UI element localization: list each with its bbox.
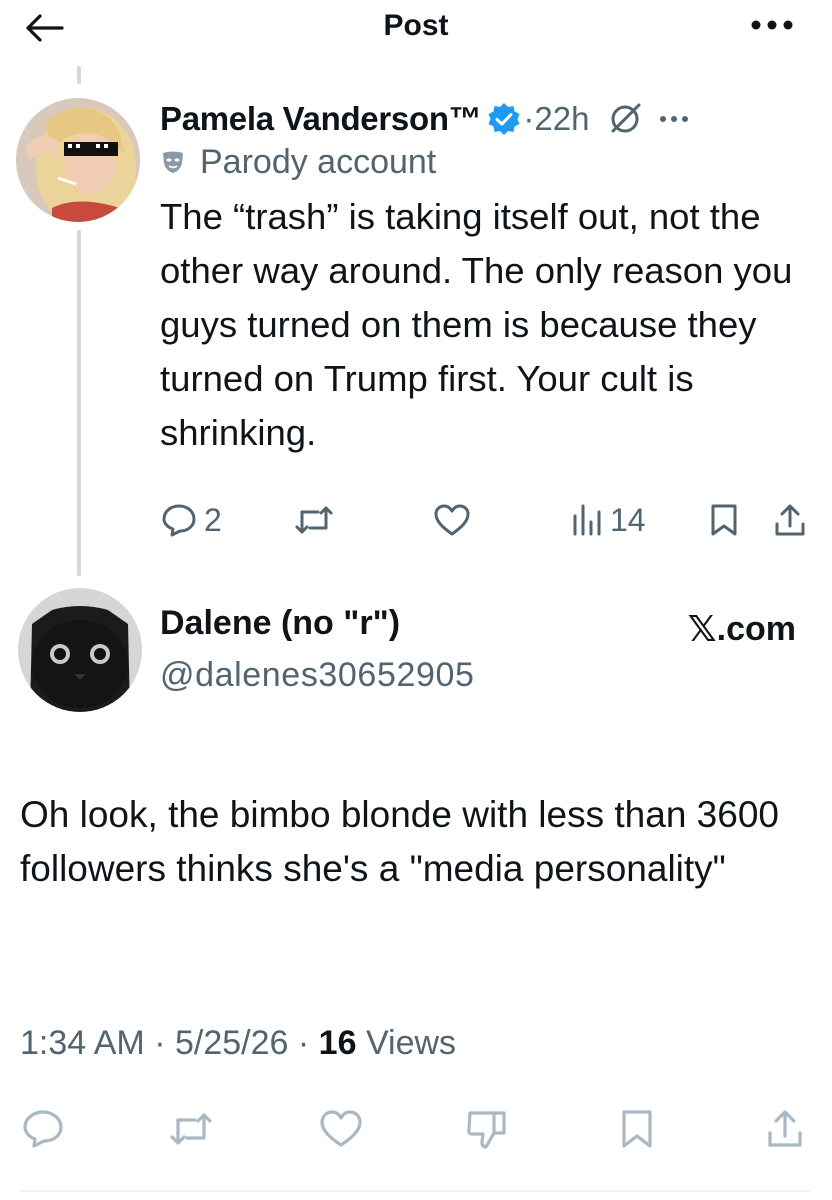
post-time[interactable]: 22h: [534, 100, 589, 138]
repost-icon: [170, 1113, 212, 1145]
author-name[interactable]: Pamela Vanderson™: [160, 100, 482, 138]
share-button[interactable]: [760, 1104, 810, 1154]
views-button[interactable]: 14: [570, 498, 646, 542]
avatar-reply[interactable]: [18, 588, 142, 712]
like-button[interactable]: [316, 1104, 366, 1154]
more-horizontal-icon: [751, 20, 793, 30]
dot-separator: ·: [523, 100, 535, 137]
heart-icon: [434, 504, 470, 536]
verified-badge-icon: [487, 102, 521, 136]
post-text: The “trash” is taking itself out, not th…: [160, 196, 793, 453]
views-count: 14: [610, 501, 646, 538]
reply-button[interactable]: [18, 1104, 68, 1154]
reply-author-handle[interactable]: @dalenes30652905: [160, 656, 475, 695]
divider: [20, 1190, 810, 1192]
timestamp-row: 1:34 AM · 5/25/26 · 16 Views: [20, 1024, 456, 1063]
share-icon: [775, 504, 805, 536]
reply-text: Oh look, the bimbo blonde with less than…: [20, 794, 779, 889]
thumbs-down-icon: [467, 1111, 506, 1149]
thread-line-top: [77, 66, 81, 84]
dot-separator: ·: [297, 1024, 310, 1062]
share-icon: [768, 1110, 802, 1147]
post-actions: 2 14: [160, 498, 820, 542]
bookmark-icon: [622, 1110, 652, 1148]
parody-account-text: Parody account: [200, 142, 437, 181]
reply-button[interactable]: 2: [160, 498, 222, 542]
heart-icon: [320, 1110, 362, 1147]
views-count: 16: [318, 1024, 357, 1062]
post-date[interactable]: 5/25/26: [175, 1024, 288, 1062]
reply-count: 2: [204, 501, 222, 538]
parent-post[interactable]: Pamela Vanderson™ · 22h Parody account T…: [160, 96, 810, 460]
repost-button[interactable]: [292, 498, 342, 542]
bookmark-button[interactable]: [612, 1104, 662, 1154]
share-button[interactable]: [772, 498, 808, 542]
views-label: Views: [365, 1024, 457, 1062]
views-chart-icon: [573, 504, 601, 536]
bookmark-icon: [711, 504, 737, 536]
like-button[interactable]: [432, 498, 478, 542]
mask-icon: [160, 149, 186, 175]
more-options-button[interactable]: [744, 10, 800, 40]
repost-icon: [295, 506, 333, 534]
reply-actions: [0, 1100, 832, 1156]
bookmark-button[interactable]: [708, 498, 740, 542]
avatar-parent[interactable]: [16, 98, 140, 222]
thread-line: [77, 230, 81, 576]
repost-button[interactable]: [166, 1104, 216, 1154]
dislike-button[interactable]: [462, 1104, 512, 1154]
reply-icon: [162, 504, 196, 537]
grok-icon[interactable]: [607, 101, 643, 137]
x-logo-icon: 𝕏: [687, 608, 717, 649]
dot-separator: ·: [154, 1024, 166, 1062]
author-row: Pamela Vanderson™ · 22h: [160, 96, 810, 142]
top-bar: Post: [0, 0, 832, 56]
parody-label: Parody account: [160, 142, 810, 182]
source-label: 𝕏 .com: [687, 608, 796, 649]
post-more-icon[interactable]: [659, 115, 689, 123]
reply-icon: [23, 1110, 63, 1148]
page-title: Post: [383, 9, 449, 42]
post-time[interactable]: 1:34 AM: [20, 1024, 145, 1062]
reply-author-name[interactable]: Dalene (no "r"): [160, 604, 400, 643]
